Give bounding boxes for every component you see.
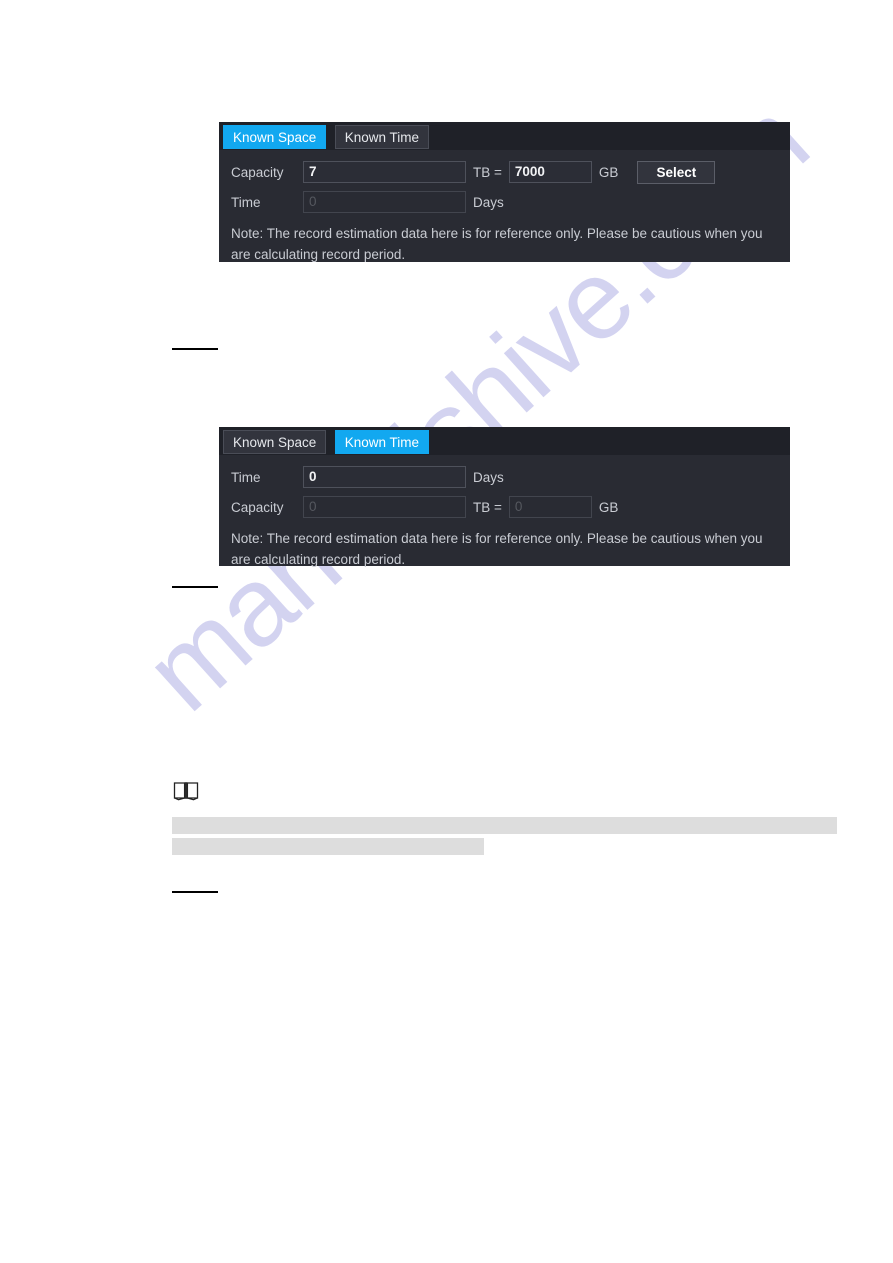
capacity-label: Capacity [231, 164, 284, 180]
tab-known-space[interactable]: Known Space [223, 125, 327, 149]
open-book-icon [173, 781, 199, 801]
panel-body: Time 0 Days Capacity 0 TB = 0 GB Note: T… [219, 455, 790, 570]
estimate-note: Note: The record estimation data here is… [231, 531, 763, 567]
panel-body: Capacity 7 TB = 7000 GB Select Time 0 Da… [219, 150, 790, 265]
time-days-input: 0 [303, 191, 466, 213]
select-button[interactable]: Select [637, 160, 716, 184]
capacity-unit-gb: GB [598, 164, 619, 180]
time-label: Time [231, 469, 261, 485]
tab-known-time[interactable]: Known Time [334, 125, 430, 149]
redacted-text-block [172, 838, 484, 855]
redacted-text-block [172, 817, 837, 834]
capacity-gb-input: 0 [508, 496, 592, 518]
record-estimate-panel-known-time: Known Space Known Time Time 0 Days Capac… [219, 427, 790, 567]
tab-strip: Known Space Known Time [219, 122, 790, 150]
time-row: Time 0 Days [219, 187, 790, 217]
tab-known-space[interactable]: Known Space [223, 430, 327, 454]
caption-rule [172, 891, 218, 893]
time-unit-days: Days [473, 194, 504, 210]
capacity-label: Capacity [231, 499, 284, 515]
time-days-input[interactable]: 0 [303, 466, 466, 488]
capacity-gb-input[interactable]: 7000 [508, 161, 592, 183]
caption-rule [172, 586, 218, 588]
capacity-row: Capacity 0 TB = 0 GB [219, 492, 790, 522]
capacity-unit-tb: TB = [473, 499, 502, 515]
capacity-tb-input: 0 [303, 496, 466, 518]
caption-rule [172, 348, 218, 350]
capacity-unit-tb: TB = [473, 164, 502, 180]
time-unit-days: Days [473, 469, 504, 485]
tab-known-time[interactable]: Known Time [334, 430, 430, 454]
time-label: Time [231, 194, 261, 210]
capacity-row: Capacity 7 TB = 7000 GB Select [219, 157, 790, 187]
estimate-note: Note: The record estimation data here is… [231, 226, 763, 262]
capacity-unit-gb: GB [598, 499, 619, 515]
record-estimate-panel-known-space: Known Space Known Time Capacity 7 TB = 7… [219, 122, 790, 262]
time-row: Time 0 Days [219, 462, 790, 492]
capacity-tb-input[interactable]: 7 [303, 161, 466, 183]
tab-strip: Known Space Known Time [219, 427, 790, 455]
